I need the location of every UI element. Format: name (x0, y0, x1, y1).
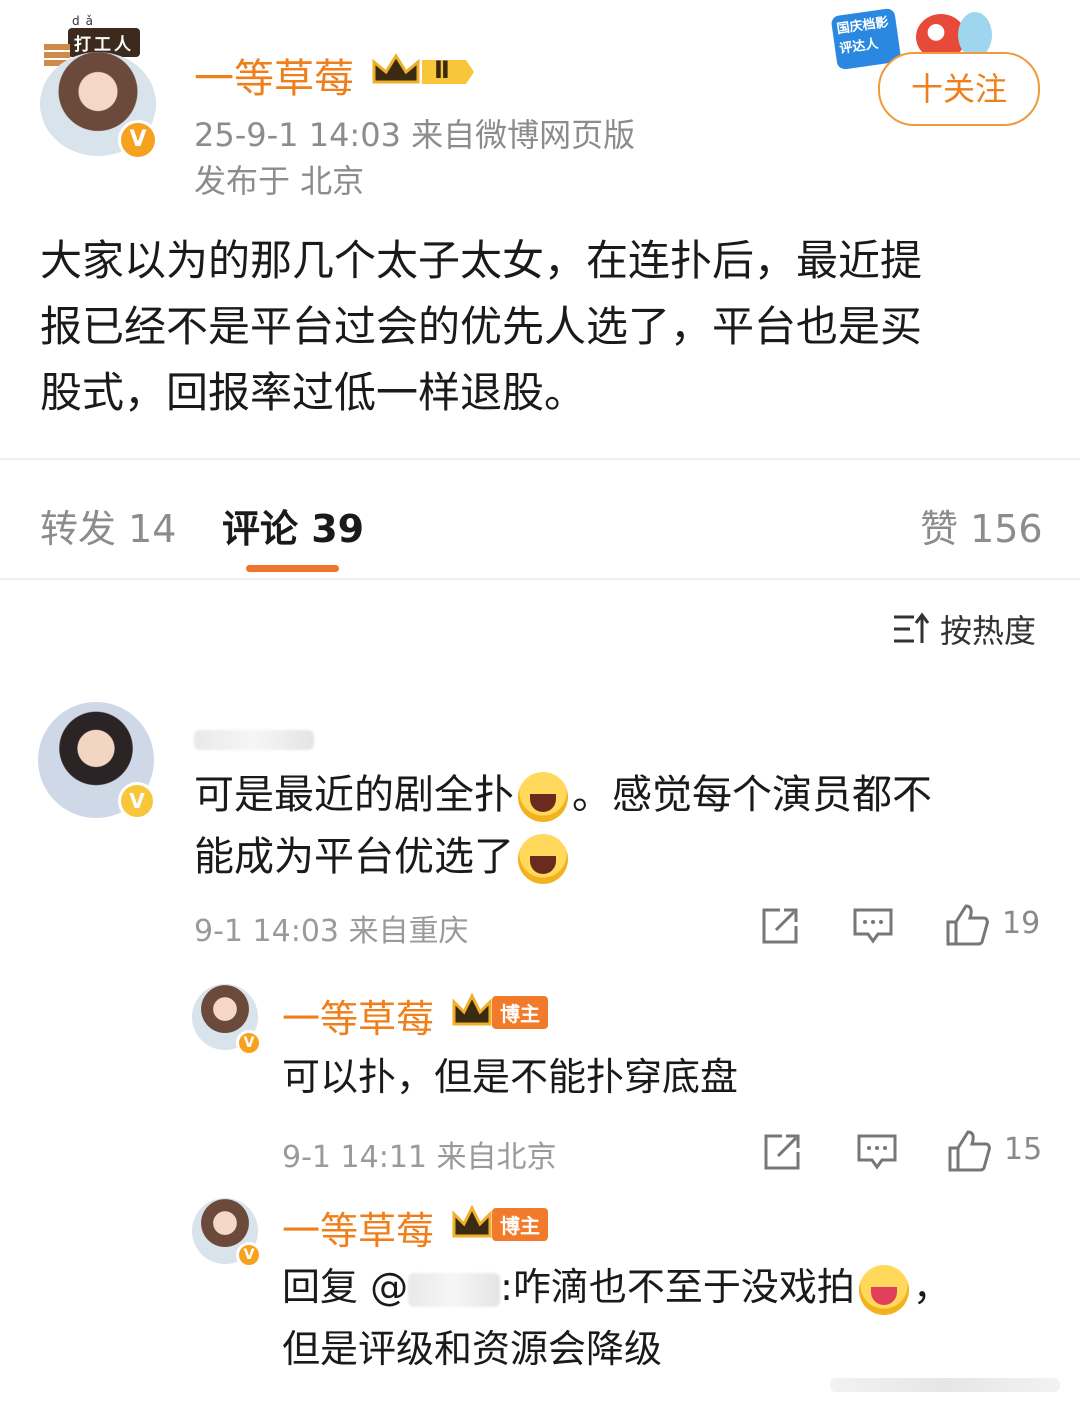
sort-label: 按热度 (940, 612, 1037, 650)
reply-text: 回复 @ :咋滴也不至于没戏拍 ， 但是评级和资源会降级 (282, 1256, 1042, 1380)
tab-repost[interactable]: 转发 14 (40, 498, 176, 553)
reply-prefix: 回复 @ (282, 1265, 409, 1309)
comment-text-part: 能成为平台优选了 (194, 834, 514, 880)
member-crown-icon: Ⅱ (370, 52, 478, 92)
blogger-tag: 博主 (492, 996, 548, 1029)
like-count: 19 (1002, 906, 1041, 941)
laugh-emoji-icon (518, 834, 568, 884)
tongue-emoji-icon (858, 1264, 909, 1315)
divider (0, 578, 1080, 580)
follow-button[interactable]: 十关注 (878, 52, 1040, 126)
reply-text: 可以扑，但是不能扑穿底盘 (282, 1055, 739, 1099)
sort-control[interactable]: 按热度 (892, 606, 1036, 652)
share-icon[interactable] (760, 906, 800, 946)
post-time-source: 25-9-1 14:03 来自微博网页版 (194, 116, 636, 154)
like-icon[interactable] (944, 902, 990, 948)
blogger-tag: 博主 (492, 1208, 548, 1241)
author-name[interactable]: 一等草莓 (194, 46, 354, 104)
share-icon[interactable] (762, 1132, 802, 1172)
member-crown-icon (450, 992, 494, 1030)
reply-author[interactable]: 一等草莓 (282, 988, 434, 1043)
comment-icon[interactable] (852, 906, 894, 946)
reply-meta: 9-1 14:11 来自北京 (282, 1140, 557, 1175)
post-line: 大家以为的那几个太子太女，在连扑后，最近提 (40, 236, 923, 285)
laugh-emoji-icon (518, 772, 568, 822)
post-content: 大家以为的那几个太子太女，在连扑后，最近提 报已经不是平台过会的优先人选了，平台… (40, 228, 1050, 426)
mention-blurred[interactable] (408, 1272, 501, 1307)
member-crown-icon (450, 1204, 494, 1242)
reply-text-part: ， (912, 1265, 951, 1309)
post-line: 股式，回报率过低一样退股。 (40, 368, 587, 417)
verified-badge-icon: V (236, 1242, 262, 1268)
activity-badge-text: 国庆档影评达人 (835, 15, 890, 58)
tab-comments[interactable]: 评论 39 (222, 498, 364, 553)
watermark (830, 1378, 1060, 1392)
post-location: 发布于 北京 (194, 162, 365, 200)
comment-icon[interactable] (856, 1132, 898, 1172)
like-icon[interactable] (946, 1128, 992, 1174)
comment-text-part: 。感觉每个演员都不 (572, 772, 932, 818)
verified-badge-icon: V (118, 782, 156, 820)
commenter-name-blurred[interactable] (194, 730, 314, 750)
post-line: 报已经不是平台过会的优先人选了，平台也是买 (40, 302, 923, 351)
sort-icon (892, 611, 930, 647)
reply-text-part: :咋滴也不至于没戏拍 (500, 1265, 855, 1309)
verified-badge-icon: V (118, 120, 158, 160)
reply-text-part: 但是评级和资源会降级 (282, 1327, 663, 1371)
divider (0, 458, 1080, 460)
comment-text-part: 可是最近的剧全扑 (194, 772, 514, 818)
tab-active-indicator (246, 565, 339, 572)
verified-badge-icon: V (236, 1030, 262, 1056)
reply-author[interactable]: 一等草莓 (282, 1200, 434, 1255)
tab-likes[interactable]: 赞 156 (920, 498, 1043, 553)
comment-text: 可是最近的剧全扑 。感觉每个演员都不 能成为平台优选了 (194, 764, 1044, 888)
comment-meta: 9-1 14:03 来自重庆 (194, 914, 469, 949)
level-label: Ⅱ (434, 56, 450, 84)
like-count: 15 (1004, 1132, 1043, 1167)
